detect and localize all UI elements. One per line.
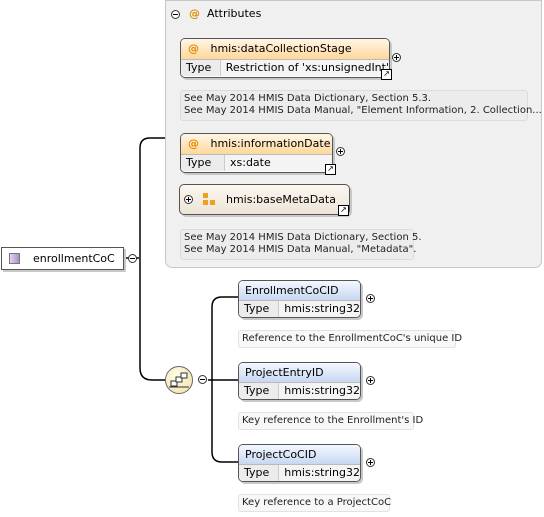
expand-icon[interactable] (366, 458, 375, 467)
type-reference-icon[interactable]: ↗ (325, 164, 336, 175)
root-element[interactable]: enrollmentCoC (1, 247, 124, 270)
element-projectcocid[interactable]: ProjectCoCID Type hmis:string32 (238, 444, 361, 482)
type-label: Type (239, 301, 280, 317)
type-value: Restriction of 'xs:unsignedInt' (225, 61, 389, 74)
element-documentation: Key reference to a ProjectCoC (238, 494, 391, 512)
element-name: ProjectCoCID (239, 445, 360, 464)
sequence-compositor[interactable] (165, 366, 193, 394)
attribute-name: hmis:informationDate (210, 137, 331, 150)
attribute-group-icon (203, 193, 215, 205)
element-enrollmentcocid[interactable]: EnrollmentCoCID Type hmis:string32 (238, 280, 361, 318)
expand-icon[interactable] (366, 376, 375, 385)
element-documentation: Reference to the EnrollmentCoC's unique … (238, 330, 462, 348)
type-value: xs:date (230, 156, 271, 169)
attribute-group-name: hmis:baseMetaData (226, 193, 336, 206)
element-projectentryid[interactable]: ProjectEntryID Type hmis:string32 (238, 362, 361, 400)
element-name: ProjectEntryID (239, 363, 360, 382)
sequence-collapse-icon[interactable] (198, 375, 207, 384)
type-value: hmis:string32 (284, 302, 360, 315)
type-reference-icon[interactable]: ↗ (381, 69, 392, 80)
doc-line: See May 2014 HMIS Data Dictionary, Secti… (184, 232, 422, 243)
group-reference-icon[interactable]: ↗ (338, 205, 349, 216)
element-name: EnrollmentCoCID (239, 281, 360, 300)
attribute-at-icon: @ (189, 7, 200, 20)
doc-line: See May 2014 HMIS Data Manual, "Element … (184, 105, 542, 116)
sequence-icon (169, 372, 189, 388)
attributes-title: Attributes (207, 7, 262, 20)
attributes-collapse-icon[interactable] (171, 10, 180, 19)
type-label: Type (239, 383, 280, 399)
root-element-name: enrollmentCoC (33, 252, 115, 265)
attribute-datacollectionstage[interactable]: @ hmis:dataCollectionStage Type Restrict… (180, 38, 390, 78)
element-documentation: Key reference to the Enrollment's ID (238, 412, 423, 430)
doc-line: See May 2014 HMIS Data Manual, "Metadata… (184, 244, 417, 255)
attribute-name: hmis:dataCollectionStage (210, 42, 352, 55)
attribute-documentation: See May 2014 HMIS Data Dictionary, Secti… (180, 90, 542, 121)
attribute-at-icon: @ (188, 42, 199, 55)
expand-icon[interactable] (336, 147, 345, 156)
attribute-group-documentation: See May 2014 HMIS Data Dictionary, Secti… (180, 229, 422, 260)
attribute-informationdate[interactable]: @ hmis:informationDate Type xs:date (180, 133, 333, 173)
type-label: Type (239, 465, 280, 481)
expand-icon[interactable] (366, 294, 375, 303)
type-value: hmis:string32 (284, 466, 360, 479)
type-value: hmis:string32 (284, 384, 360, 397)
type-label: Type (181, 60, 221, 76)
root-collapse-icon[interactable] (128, 254, 137, 263)
complex-element-icon (9, 253, 20, 264)
type-label: Type (181, 155, 225, 171)
expand-icon[interactable] (184, 195, 193, 204)
expand-icon[interactable] (392, 53, 401, 62)
attribute-at-icon: @ (188, 137, 199, 150)
doc-line: See May 2014 HMIS Data Dictionary, Secti… (184, 93, 432, 104)
